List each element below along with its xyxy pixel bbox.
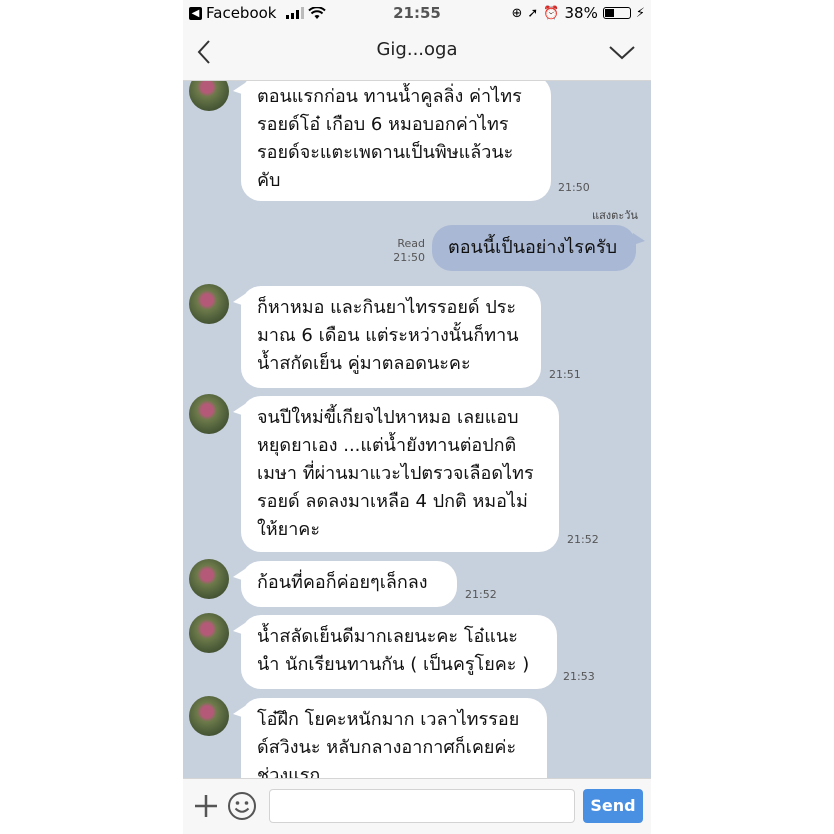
charging-icon: ⚡	[635, 5, 645, 21]
contact-avatar[interactable]	[189, 394, 229, 434]
contact-avatar[interactable]	[189, 696, 229, 736]
message-time: 21:53	[563, 670, 595, 683]
contact-avatar[interactable]	[189, 81, 229, 111]
message-time: 21:51	[549, 368, 581, 381]
chat-title: Gig...oga	[376, 39, 458, 60]
rotation-lock-icon: ⊕	[511, 5, 523, 21]
incoming-message-bubble[interactable]: ก็หาหมอ และกินยาไทรรอยด์ ประ มาณ 6 เดือน…	[233, 286, 541, 388]
message-input[interactable]	[269, 789, 575, 823]
message-time: 21:50	[558, 181, 590, 194]
read-status: Read	[397, 237, 425, 250]
incoming-message-bubble[interactable]: จนปีใหม่ขี้เกียจไปหาหมอ เลยแอบ หยุดยาเอง…	[233, 396, 559, 552]
message-time: 21:52	[567, 533, 599, 546]
chat-header: Gig...oga	[183, 26, 651, 81]
send-button[interactable]: Send	[583, 789, 643, 823]
plus-icon[interactable]	[193, 793, 219, 819]
contact-avatar[interactable]	[189, 559, 229, 599]
outgoing-message-bubble[interactable]: ตอนนี้เป็นอย่างไรครับ	[432, 225, 645, 271]
incoming-message-bubble[interactable]: ตอนแรกก่อน ทานน้ำคูลลิ่ง ค่าไทร รอยด์โอ๋…	[233, 81, 551, 201]
status-bar: ◀ Facebook 21:55 ⊕ ➚ ⏰ 38% ⚡	[183, 0, 651, 26]
incoming-message-bubble[interactable]: โอ๋ฝึก โยคะหนักมาก เวลาไทรรอย ด์สวิงนะ ห…	[233, 698, 547, 778]
alarm-icon: ⏰	[543, 5, 560, 21]
battery-percent: 38%	[564, 4, 598, 22]
location-icon: ➚	[527, 5, 539, 21]
message-time: 21:52	[465, 588, 497, 601]
message-time: 21:50	[393, 251, 425, 264]
emoji-icon[interactable]	[227, 791, 257, 821]
contact-avatar[interactable]	[189, 284, 229, 324]
incoming-message-bubble[interactable]: ก้อนที่คอก็ค่อยๆเล็กลง	[233, 561, 457, 607]
chevron-down-icon[interactable]	[607, 42, 637, 62]
incoming-message-bubble[interactable]: น้ำสลัดเย็นดีมากเลยนะคะ โอ๋แนะ นำ นักเรี…	[233, 615, 557, 689]
status-right: ⊕ ➚ ⏰ 38% ⚡	[512, 4, 645, 22]
battery-icon	[602, 7, 631, 19]
contact-avatar[interactable]	[189, 613, 229, 653]
message-list[interactable]: ตอนแรกก่อน ทานน้ำคูลลิ่ง ค่าไทร รอยด์โอ๋…	[183, 81, 651, 778]
sender-name: แสงตะวัน	[592, 209, 638, 222]
phone-screen: ◀ Facebook 21:55 ⊕ ➚ ⏰ 38% ⚡ Gig...oga ต…	[183, 0, 651, 834]
read-receipt: Read 21:50	[383, 237, 425, 265]
message-input-bar: Send	[183, 778, 651, 834]
